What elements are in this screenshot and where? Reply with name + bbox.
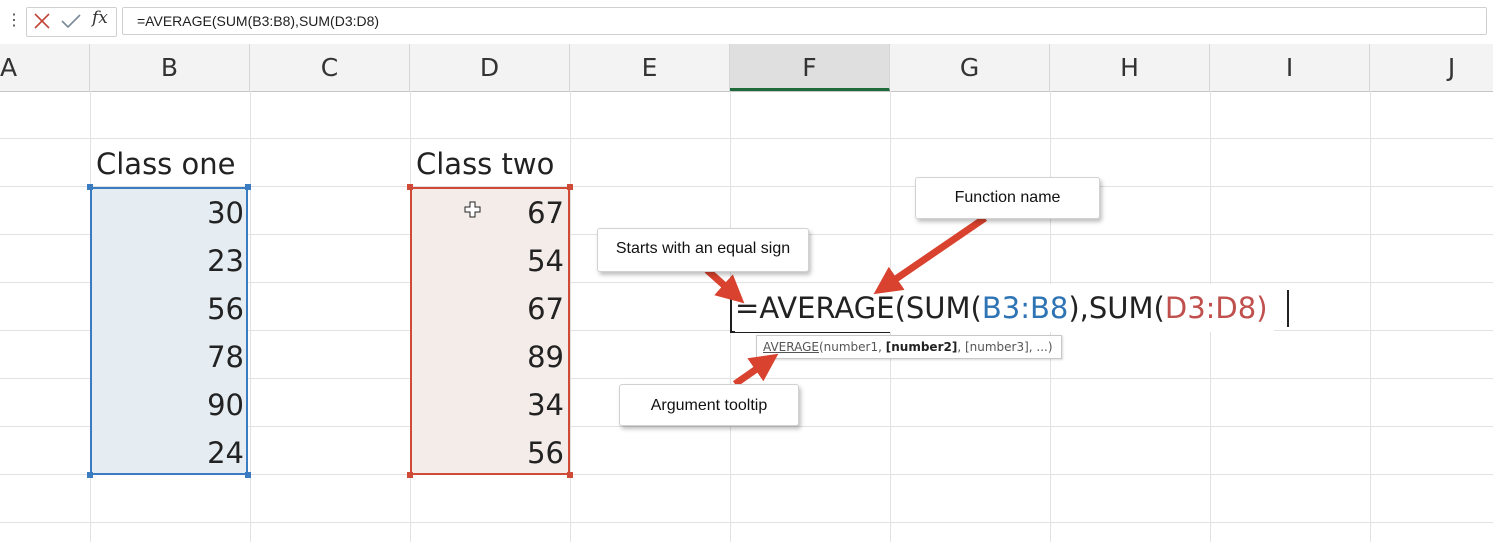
class-one-value[interactable]: 78 xyxy=(94,333,244,381)
column-header-e[interactable]: E xyxy=(570,44,730,91)
insert-function-icon[interactable]: fx xyxy=(92,8,108,28)
class-two-value[interactable]: 67 xyxy=(414,285,564,333)
formula-ref-b3-b8: B3:B8 xyxy=(981,291,1069,325)
class-one-header[interactable]: Class one xyxy=(96,140,235,188)
range-handle[interactable] xyxy=(87,184,93,190)
formula-paren: ) xyxy=(1256,291,1268,325)
class-one-value[interactable]: 90 xyxy=(94,381,244,429)
formula-ref-d3-d8: D3:D8 xyxy=(1164,291,1257,325)
tooltip-current-arg: [number2] xyxy=(885,340,958,354)
class-two-value[interactable]: 54 xyxy=(414,237,564,285)
column-header-g[interactable]: G xyxy=(890,44,1050,91)
tooltip-arg1: number1, xyxy=(823,340,886,354)
range-handle[interactable] xyxy=(407,472,413,478)
class-one-value[interactable]: 24 xyxy=(94,429,244,477)
class-two-value[interactable]: 34 xyxy=(414,381,564,429)
formula-paren: ( xyxy=(894,291,906,325)
column-header-f[interactable]: F xyxy=(730,44,890,91)
range-handle[interactable] xyxy=(567,184,573,190)
column-header-j[interactable]: J xyxy=(1370,44,1493,91)
range-handle[interactable] xyxy=(87,472,93,478)
formula-bar: ⋮ fx =AVERAGE(SUM(B3:B8),SUM(D3:D8) xyxy=(0,0,1493,45)
class-two-value[interactable]: 67 xyxy=(414,189,564,237)
class-two-value[interactable]: 89 xyxy=(414,333,564,381)
range-handle[interactable] xyxy=(245,184,251,190)
in-cell-formula[interactable]: =AVERAGE(SUM(B3:B8),SUM(D3:D8) xyxy=(735,284,1274,332)
enter-check-icon[interactable] xyxy=(60,10,82,32)
callout-argument-tooltip: Argument tooltip xyxy=(619,384,799,426)
formula-input[interactable]: =AVERAGE(SUM(B3:B8),SUM(D3:D8) xyxy=(122,7,1487,35)
formula-equal-sign: = xyxy=(735,291,760,325)
formula-separator: ), xyxy=(1068,291,1089,325)
argument-tooltip: AVERAGE(number1, [number2], [number3], .… xyxy=(756,335,1062,359)
class-two-header[interactable]: Class two xyxy=(416,140,554,188)
formula-sum: SUM( xyxy=(1088,291,1165,325)
column-header-h[interactable]: H xyxy=(1050,44,1210,91)
column-header-d[interactable]: D xyxy=(410,44,570,91)
column-header-row: A B C D E F G H I J xyxy=(0,44,1493,92)
range-handle[interactable] xyxy=(567,472,573,478)
column-header-b[interactable]: B xyxy=(90,44,250,91)
text-caret xyxy=(1287,290,1289,327)
column-header-a[interactable]: A xyxy=(0,44,90,91)
formula-function-name: AVERAGE xyxy=(759,291,895,325)
formula-sum: SUM( xyxy=(905,291,982,325)
range-handle[interactable] xyxy=(407,184,413,190)
cell-select-cursor-icon xyxy=(464,201,481,218)
class-one-value[interactable]: 23 xyxy=(94,237,244,285)
callout-equal-sign: Starts with an equal sign xyxy=(597,228,809,272)
cancel-icon[interactable] xyxy=(32,10,52,32)
more-options-icon[interactable]: ⋮ xyxy=(6,10,22,32)
column-header-c[interactable]: C xyxy=(250,44,410,91)
class-one-value[interactable]: 30 xyxy=(94,189,244,237)
tooltip-rest: , [number3], ...) xyxy=(957,340,1053,354)
column-header-i[interactable]: I xyxy=(1210,44,1370,91)
class-one-value[interactable]: 56 xyxy=(94,285,244,333)
callout-function-name: Function name xyxy=(915,177,1100,219)
tooltip-function-link[interactable]: AVERAGE xyxy=(763,340,819,354)
class-two-value[interactable]: 56 xyxy=(414,429,564,477)
range-handle[interactable] xyxy=(245,472,251,478)
